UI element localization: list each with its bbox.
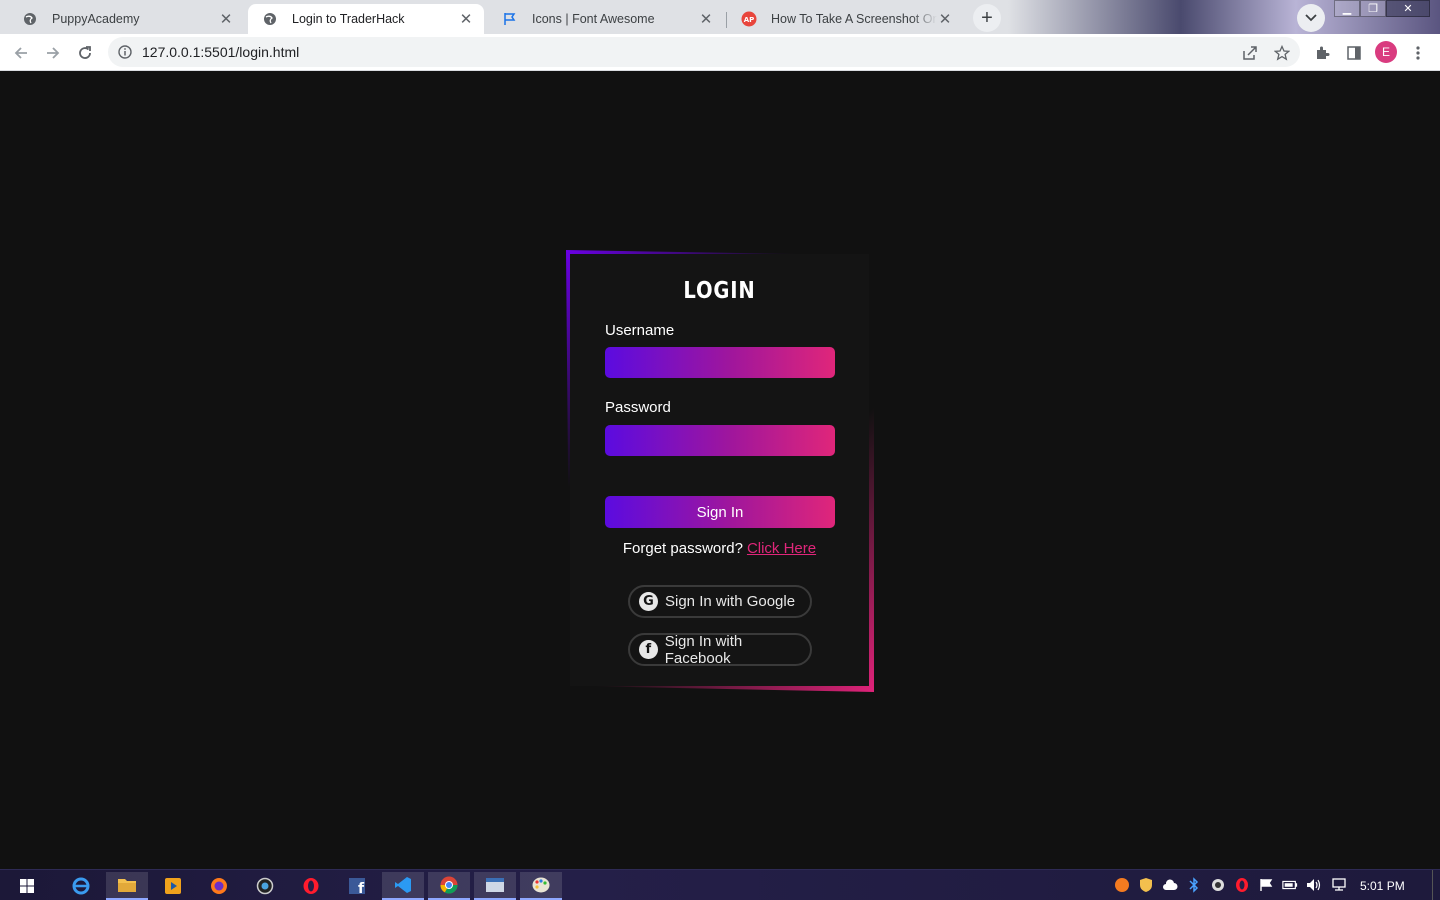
login-title: LOGIN xyxy=(683,278,756,304)
show-desktop-button[interactable] xyxy=(1432,870,1433,900)
browser-tabstrip: PuppyAcademy ✕ Login to TraderHack ✕ Ico… xyxy=(0,0,1440,34)
flag-tray-icon[interactable] xyxy=(1258,877,1274,893)
chrome-icon[interactable] xyxy=(428,872,470,900)
flag-icon xyxy=(502,11,518,27)
facebook-sign-in-button[interactable]: f Sign In with Facebook xyxy=(628,632,812,667)
reload-icon xyxy=(79,46,91,59)
opera-icon[interactable] xyxy=(290,872,332,900)
camera-tray-icon[interactable] xyxy=(1210,877,1226,893)
close-window-button[interactable]: ✕ xyxy=(1386,0,1430,17)
shield-icon[interactable] xyxy=(1138,877,1154,893)
close-icon[interactable]: ✕ xyxy=(698,11,714,28)
tab-puppyacademy[interactable]: PuppyAcademy ✕ xyxy=(8,4,244,34)
forgot-password-text: Forget password? xyxy=(622,540,743,557)
profile-avatar[interactable]: E xyxy=(1375,41,1397,63)
globe-icon xyxy=(22,11,38,27)
extensions-button[interactable] xyxy=(1309,40,1335,66)
window-controls: ▁ ❐ ✕ xyxy=(1334,0,1430,18)
volume-icon[interactable] xyxy=(1306,877,1322,893)
new-tab-button[interactable]: + xyxy=(973,4,1001,32)
restore-button[interactable]: ❐ xyxy=(1360,0,1386,17)
bookmark-button[interactable] xyxy=(1269,40,1295,66)
click-here-link[interactable]: Click Here xyxy=(747,540,816,557)
taskbar-clock[interactable]: 5:01 PM xyxy=(1360,879,1405,893)
reload-button[interactable] xyxy=(72,40,98,66)
bluetooth-icon[interactable] xyxy=(1186,877,1202,893)
chevron-down-icon xyxy=(1305,14,1317,22)
back-button[interactable] xyxy=(8,40,34,66)
tab-title: Login to TraderHack xyxy=(292,12,405,26)
google-icon: G xyxy=(639,592,658,611)
vscode-icon[interactable] xyxy=(382,872,424,900)
internet-explorer-icon[interactable] xyxy=(60,872,102,900)
address-bar[interactable]: 127.0.0.1:5501/login.html xyxy=(108,37,1300,67)
share-icon xyxy=(1243,46,1257,60)
tab-title: Icons | Font Awesome xyxy=(532,12,655,26)
facebook-icon[interactable]: f xyxy=(336,872,378,900)
svg-text:AP: AP xyxy=(744,16,755,24)
site-logo-icon: AP xyxy=(741,11,757,27)
tab-search-button[interactable] xyxy=(1297,4,1325,32)
avast-icon[interactable] xyxy=(1114,877,1130,893)
windows-taskbar: f 5:01 PM xyxy=(0,869,1440,900)
tab-login-traderhack[interactable]: Login to TraderHack ✕ xyxy=(248,4,484,34)
paint-icon[interactable] xyxy=(520,872,562,900)
url-text: 127.0.0.1:5501/login.html xyxy=(142,44,300,60)
battery-icon[interactable] xyxy=(1282,877,1298,893)
username-label: Username xyxy=(605,322,675,339)
facebook-sign-in-label: Sign In with Facebook xyxy=(664,632,743,667)
username-input[interactable] xyxy=(605,347,835,378)
media-player-icon[interactable] xyxy=(152,872,194,900)
page-viewport: LOGIN Username Password Sign In Forget p… xyxy=(0,71,1440,869)
info-icon[interactable] xyxy=(118,45,132,59)
google-sign-in-label: Sign In with Google xyxy=(665,593,796,610)
puzzle-icon xyxy=(1317,46,1330,59)
facebook-icon: f xyxy=(639,640,658,659)
window-app-icon[interactable] xyxy=(474,872,516,900)
close-icon[interactable]: ✕ xyxy=(937,11,953,28)
side-panel-button[interactable] xyxy=(1341,40,1367,66)
forgot-password-row: Forget password? Click Here xyxy=(570,540,869,557)
back-arrow-icon xyxy=(14,47,27,59)
share-button[interactable] xyxy=(1237,40,1263,66)
close-icon[interactable]: ✕ xyxy=(458,11,474,28)
tab-screenshot-article[interactable]: AP How To Take A Screenshot On An ✕ xyxy=(727,4,963,34)
password-input[interactable] xyxy=(605,425,835,456)
password-label: Password xyxy=(605,399,671,416)
forward-arrow-icon xyxy=(47,47,60,59)
forward-button[interactable] xyxy=(40,40,66,66)
windows-start-icon[interactable] xyxy=(6,872,48,900)
side-panel-icon xyxy=(1347,46,1361,60)
cloud-icon[interactable] xyxy=(1162,877,1178,893)
tab-title: PuppyAcademy xyxy=(52,12,140,26)
sign-in-button[interactable]: Sign In xyxy=(605,496,835,528)
minimize-button[interactable]: ▁ xyxy=(1334,0,1360,17)
opera-tray-icon[interactable] xyxy=(1234,877,1250,893)
login-card: LOGIN Username Password Sign In Forget p… xyxy=(570,254,869,686)
network-icon[interactable] xyxy=(1330,877,1346,893)
tab-title: How To Take A Screenshot On An xyxy=(771,12,937,26)
tab-font-awesome[interactable]: Icons | Font Awesome ✕ xyxy=(488,4,724,34)
firefox-icon[interactable] xyxy=(198,872,240,900)
kebab-menu-icon xyxy=(1416,46,1420,60)
menu-button[interactable] xyxy=(1405,40,1431,66)
file-explorer-icon[interactable] xyxy=(106,872,148,900)
google-sign-in-button[interactable]: G Sign In with Google xyxy=(628,585,812,618)
browser-toolbar: 127.0.0.1:5501/login.html E xyxy=(0,34,1440,71)
svg-text:f: f xyxy=(358,881,365,895)
star-icon xyxy=(1274,45,1290,61)
close-icon[interactable]: ✕ xyxy=(218,11,234,28)
camera-icon[interactable] xyxy=(244,872,286,900)
globe-icon xyxy=(262,11,278,27)
